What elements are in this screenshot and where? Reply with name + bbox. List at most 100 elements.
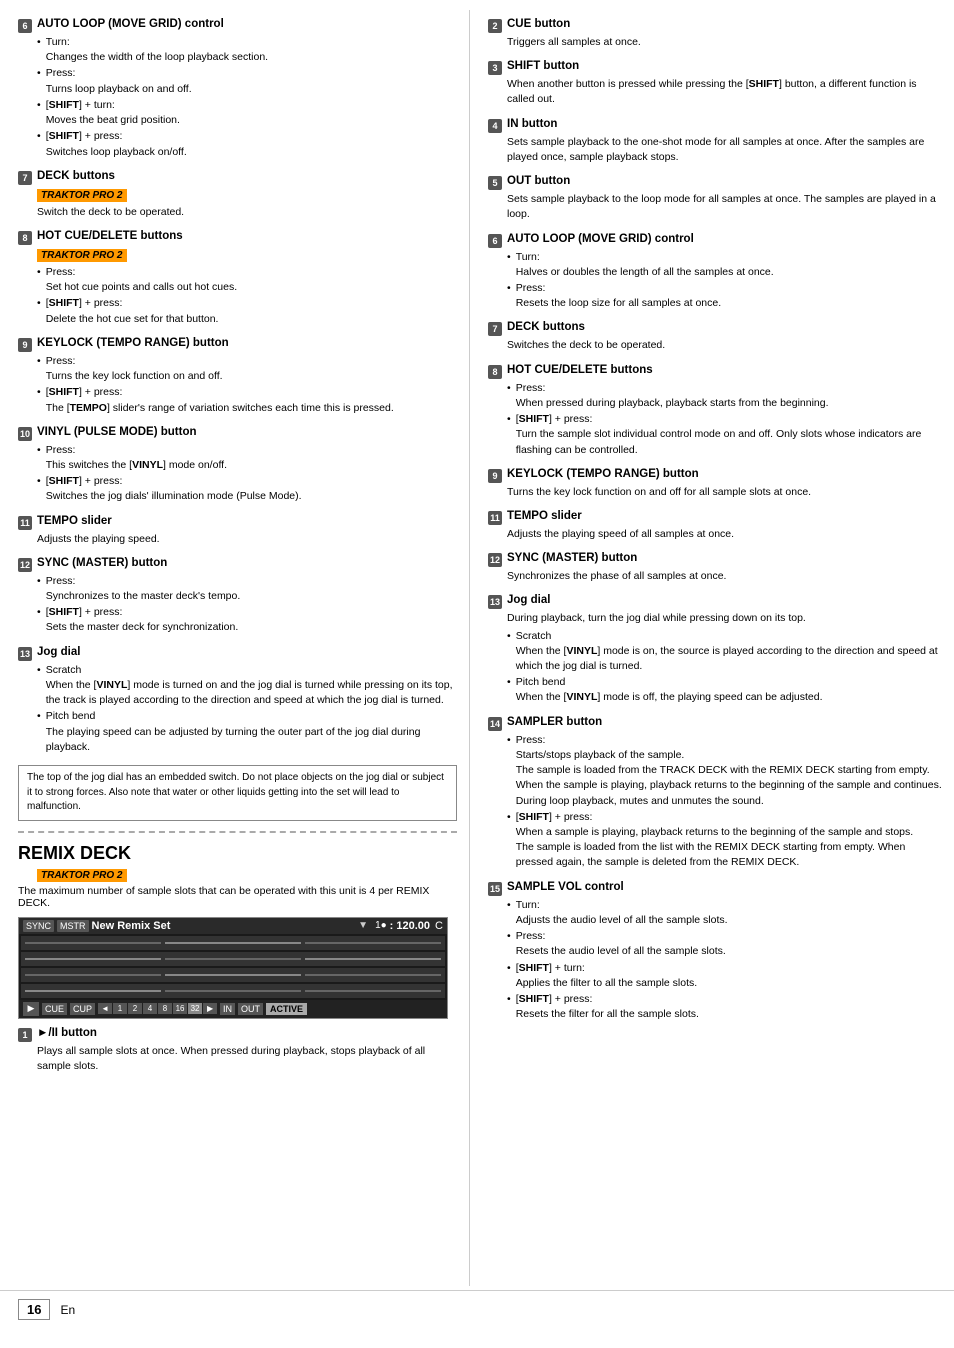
bullet-desc: Applies the filter to all the sample slo… [516,977,698,989]
bullet-content: Press: Turns the key lock function on an… [46,354,457,384]
list-item: • Scratch When the [VINYL] mode is on, t… [507,629,942,675]
bullet-label: [SHIFT] + press: [516,811,593,823]
bullet-desc: Turn the sample slot individual control … [516,428,922,455]
bullet-content: [SHIFT] + press: Switches loop playback … [46,129,457,159]
bullet-label: Press: [516,282,546,294]
bullet-label: Pitch bend [46,710,96,722]
loop-32-btn[interactable]: 32 [188,1003,202,1014]
slot-line [305,990,441,992]
plain-text: Turns the key lock function on and off f… [507,486,811,498]
bullet-icon: • [507,675,511,690]
bullet-label: Press: [46,266,76,278]
bullet-content: [SHIFT] + turn: Moves the beat grid posi… [46,98,457,128]
section-title: HOT CUE/DELETE buttons [507,364,653,376]
list-item: • Pitch bend When the [VINYL] mode is of… [507,675,942,705]
list-item: • [SHIFT] + press: Turn the sample slot … [507,412,942,458]
section-title: SAMPLE VOL control [507,881,624,893]
loop-next-btn[interactable]: ▶ [203,1003,217,1014]
bullet-label: Press: [46,575,76,587]
section-title: IN button [507,118,557,130]
play-pause-btn[interactable]: ▶ [23,1002,39,1016]
bullet-icon: • [37,605,41,620]
loop-prev-btn[interactable]: ◄ [98,1003,112,1014]
mstr-btn[interactable]: MSTR [57,920,89,932]
remix-intro: The maximum number of sample slots that … [18,885,457,909]
section-header: 13 Jog dial [18,646,457,661]
section-8-left: 8 HOT CUE/DELETE buttons TRAKTOR PRO 2 •… [18,230,457,327]
section-body: Switch the deck to be operated. [37,205,457,220]
section-body: Turns the key lock function on and off f… [507,485,942,500]
section-header: 6 AUTO LOOP (MOVE GRID) control [488,233,942,248]
bullet-icon: • [37,443,41,458]
bullet-icon: • [37,129,41,144]
section-body: During playback, turn the jog dial while… [507,611,942,705]
list-item: • Press: This switches the [VINYL] mode … [37,443,457,473]
bullet-label: [SHIFT] + press: [46,297,123,309]
bullet-desc: Adjusts the audio level of all the sampl… [516,914,728,926]
bullet-list: • Scratch When the [VINYL] mode is turne… [37,663,457,755]
active-button[interactable]: ACTIVE [266,1003,307,1015]
bpm-display: : 120.00 [390,920,430,932]
list-item: • Press: Turns the key lock function on … [37,354,457,384]
section-12-left: 12 SYNC (MASTER) button • Press: Synchro… [18,557,457,636]
loop-16-btn[interactable]: 16 [173,1003,187,1014]
bullet-label: [SHIFT] + press: [46,606,123,618]
bullet-list: • Turn: Adjusts the audio level of all t… [507,898,942,1023]
divider [18,831,457,833]
section-title: VINYL (PULSE MODE) button [37,426,197,438]
list-item: • Press: Set hot cue points and calls ou… [37,265,457,295]
remix-bottom-bar: ▶ CUE CUP ◄ 1 2 4 8 16 32 ▶ [19,1000,447,1018]
section-body: When another button is pressed while pre… [507,77,942,107]
section-title: ►/II button [37,1027,97,1039]
bullet-icon: • [37,35,41,50]
loop-4-btn[interactable]: 4 [143,1003,157,1014]
slot-num: 1● [375,920,387,931]
plain-text: Plays all sample slots at once. When pre… [37,1045,425,1072]
bullet-desc: The playing speed can be adjusted by tur… [46,726,421,753]
section-num: 10 [18,427,32,441]
plain-text: Adjusts the playing speed. [37,533,160,545]
section-num: 12 [488,553,502,567]
out-button[interactable]: OUT [238,1003,263,1015]
list-item: • [SHIFT] + press: When a sample is play… [507,810,942,871]
bullet-label: Pitch bend [516,676,566,688]
loop-1-btn[interactable]: 1 [113,1003,127,1014]
section-body: Plays all sample slots at once. When pre… [37,1044,457,1074]
in-button[interactable]: IN [220,1003,235,1015]
bullet-list: • Press: Turns the key lock function on … [37,354,457,416]
loop-2-btn[interactable]: 2 [128,1003,142,1014]
plain-text: When another button is pressed while pre… [507,78,917,105]
bullet-content: Turn: Changes the width of the loop play… [46,35,457,65]
bullet-icon: • [507,381,511,396]
list-item: • [SHIFT] + press: Switches loop playbac… [37,129,457,159]
bullet-icon: • [37,709,41,724]
slot-line [165,942,301,944]
section-header: 4 IN button [488,118,942,133]
section-7-right: 7 DECK buttons Switches the deck to be o… [488,321,942,353]
section-header: 11 TEMPO slider [488,510,942,525]
cue-button[interactable]: CUE [42,1003,67,1015]
note-box: The top of the jog dial has an embedded … [18,765,457,821]
section-title: TEMPO slider [37,515,112,527]
bullet-label: Press: [516,382,546,394]
sync-btn[interactable]: SYNC [23,920,54,932]
section-title: HOT CUE/DELETE buttons [37,230,183,242]
left-column: 6 AUTO LOOP (MOVE GRID) control • Turn: … [0,10,470,1286]
bullet-list: • Turn: Halves or doubles the length of … [507,250,942,312]
loop-8-btn[interactable]: 8 [158,1003,172,1014]
section-num: 11 [488,511,502,525]
bullet-icon: • [507,629,511,644]
section-num: 6 [488,234,502,248]
section-title: CUE button [507,18,570,30]
section-body: Adjusts the playing speed. [37,532,457,547]
bullet-label: Press: [46,67,76,79]
section-13-right: 13 Jog dial During playback, turn the jo… [488,594,942,705]
bullet-desc: Changes the width of the loop playback s… [46,51,268,63]
dropdown-arrow-icon[interactable]: ▼ [358,920,368,931]
bullet-label: Turn: [46,36,70,48]
cup-button[interactable]: CUP [70,1003,95,1015]
slot-line [165,974,301,976]
right-column: 2 CUE button Triggers all samples at onc… [470,10,954,1286]
section-title: AUTO LOOP (MOVE GRID) control [507,233,694,245]
section-title: Jog dial [37,646,80,658]
